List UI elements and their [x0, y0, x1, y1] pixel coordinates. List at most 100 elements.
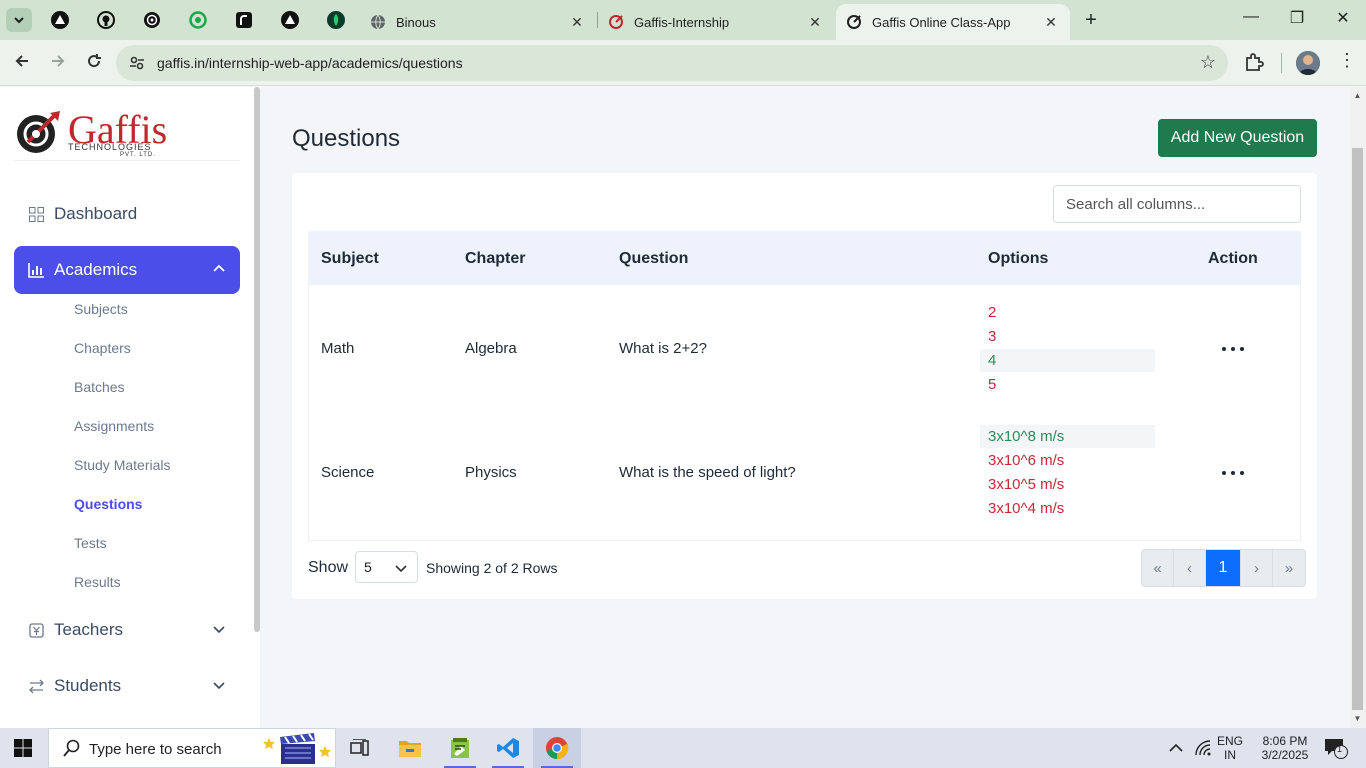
correct-option-highlight [980, 349, 1155, 372]
more-actions-icon[interactable] [1222, 469, 1244, 477]
maximize-button[interactable]: ❐ [1285, 8, 1309, 28]
taskbar-search[interactable]: Type here to search [48, 728, 336, 768]
sidebar-item-label: Teachers [54, 620, 123, 639]
page-size-value: 5 [364, 559, 372, 575]
tab-search-button[interactable] [6, 8, 32, 32]
prev-page-button[interactable]: ‹ [1174, 550, 1206, 586]
task-view-icon [350, 739, 369, 756]
next-page-button[interactable]: › [1241, 550, 1273, 586]
sidebar-item-dashboard[interactable]: Dashboard [14, 190, 240, 238]
more-actions-icon[interactable] [1222, 345, 1244, 353]
browser-toolbar: gaffis.in/internship-web-app/academics/q… [0, 40, 1366, 86]
table-header: Subject Chapter Question Options Action [308, 231, 1301, 285]
sidebar-item-questions[interactable]: Questions [74, 496, 142, 512]
logo-subtitle: TECHNOLOGIES [68, 142, 152, 152]
sidebar-item-study-materials[interactable]: Study Materials [74, 457, 170, 473]
tab-close-button[interactable]: ✕ [1042, 13, 1060, 31]
minimize-button[interactable]: — [1239, 8, 1263, 26]
option-text: 3x10^4 m/s [988, 500, 1065, 517]
last-page-button[interactable]: » [1273, 550, 1305, 586]
sidebar-item-assignments[interactable]: Assignments [74, 418, 154, 434]
sidebar-item-label: Academics [54, 260, 138, 279]
clock[interactable]: 8:06 PM 3/2/2025 [1256, 728, 1314, 768]
scroll-up-icon[interactable]: ▲ [1352, 91, 1363, 100]
profile-avatar[interactable] [1296, 51, 1320, 75]
show-hidden-icons[interactable] [1168, 728, 1184, 768]
tab-close-button[interactable]: ✕ [806, 13, 824, 31]
sidebar-item-academics[interactable]: Academics [14, 246, 240, 294]
search-input[interactable] [1053, 185, 1301, 223]
site-settings-icon[interactable] [128, 54, 146, 72]
correct-option-text: 3x10^8 m/s [988, 428, 1065, 445]
sidebar-item-students[interactable]: Students [14, 662, 240, 710]
pinned-tab-mongodb[interactable] [326, 10, 346, 30]
network-status[interactable] [1194, 728, 1212, 768]
tab-close-button[interactable]: ✕ [568, 13, 586, 31]
browser-menu-icon[interactable]: ⋮ [1338, 50, 1356, 71]
chevron-up-icon [213, 264, 225, 272]
pinned-tab-green-app[interactable] [188, 10, 208, 30]
scroll-down-icon[interactable]: ▼ [1352, 714, 1363, 723]
tab-title: Binous [396, 14, 436, 30]
taskbar-app-chrome[interactable] [533, 728, 581, 768]
pinned-tab-vercel[interactable] [50, 10, 70, 30]
file-explorer-app[interactable] [386, 728, 434, 768]
language-indicator[interactable]: ENG IN [1217, 728, 1243, 768]
clapperboard-icon [263, 733, 331, 764]
wifi-icon [1195, 740, 1211, 756]
swap-arrows-icon [28, 678, 44, 694]
back-button[interactable] [11, 52, 33, 74]
taskbar-app-notepad[interactable] [436, 728, 484, 768]
chevron-down-icon [395, 565, 407, 573]
taskbar-app-vscode[interactable] [484, 728, 532, 768]
pagination: « ‹ 1 › » [1141, 549, 1306, 587]
bookmark-star-icon[interactable]: ☆ [1200, 52, 1216, 73]
correct-option-text: 4 [988, 352, 997, 369]
chrome-icon [546, 737, 569, 760]
arrow-left-icon [15, 55, 28, 67]
tab-binous[interactable]: Binous ✕ [360, 4, 596, 40]
sidebar-item-subjects[interactable]: Subjects [74, 301, 128, 317]
address-bar[interactable]: gaffis.in/internship-web-app/academics/q… [116, 45, 1228, 81]
close-window-button[interactable]: ✕ [1331, 8, 1355, 28]
column-header-question[interactable]: Question [619, 250, 688, 268]
option-text: 2 [988, 304, 997, 321]
page-title: Questions [292, 125, 401, 152]
first-page-button[interactable]: « [1142, 550, 1174, 586]
extensions-puzzle-icon[interactable] [1243, 51, 1265, 73]
globe-icon [370, 14, 386, 30]
add-new-question-button[interactable]: Add New Question [1158, 119, 1317, 157]
forward-button[interactable] [47, 52, 69, 74]
pinned-tab-chatgpt[interactable] [142, 10, 162, 30]
cell-subject: Math [321, 340, 355, 357]
gaffis-favicon-icon [608, 14, 624, 30]
tab-gaffis-internship[interactable]: Gaffis-Internship ✕ [598, 4, 834, 40]
sidebar-item-chapters[interactable]: Chapters [74, 340, 131, 356]
page-scrollbar-thumb[interactable] [1352, 148, 1363, 710]
page-size-select[interactable]: 5 [355, 551, 418, 583]
reload-button[interactable] [83, 52, 105, 74]
pinned-tab-github[interactable] [96, 10, 116, 30]
tab-gaffis-online-class[interactable]: Gaffis Online Class-App ✕ [836, 4, 1070, 40]
notepad-plus-icon [451, 738, 469, 758]
sidebar-item-batches[interactable]: Batches [74, 379, 125, 395]
triangle-logo-icon [51, 11, 69, 29]
pinned-tab-vercel-2[interactable] [280, 10, 300, 30]
page-button-current[interactable]: 1 [1206, 550, 1241, 586]
pinned-tab-render[interactable] [234, 10, 254, 30]
url-text[interactable]: gaffis.in/internship-web-app/academics/q… [157, 55, 463, 71]
sidebar-item-tests[interactable]: Tests [74, 535, 107, 551]
cell-chapter: Physics [465, 464, 517, 481]
new-tab-button[interactable]: + [1080, 9, 1102, 32]
column-header-subject[interactable]: Subject [321, 250, 379, 268]
task-view-button[interactable] [336, 728, 384, 768]
windows-taskbar: Type here to search ENG IN 8:06 PM 3/2/2… [0, 728, 1366, 768]
notification-center[interactable]: 1 [1324, 728, 1348, 768]
sidebar-item-results[interactable]: Results [74, 574, 121, 590]
column-header-chapter[interactable]: Chapter [465, 250, 525, 268]
column-header-options[interactable]: Options [988, 250, 1048, 268]
windows-start-icon[interactable] [14, 739, 32, 757]
openai-icon [144, 12, 160, 28]
sidebar-item-teachers[interactable]: Teachers [14, 606, 240, 654]
arrow-right-icon [52, 55, 65, 67]
